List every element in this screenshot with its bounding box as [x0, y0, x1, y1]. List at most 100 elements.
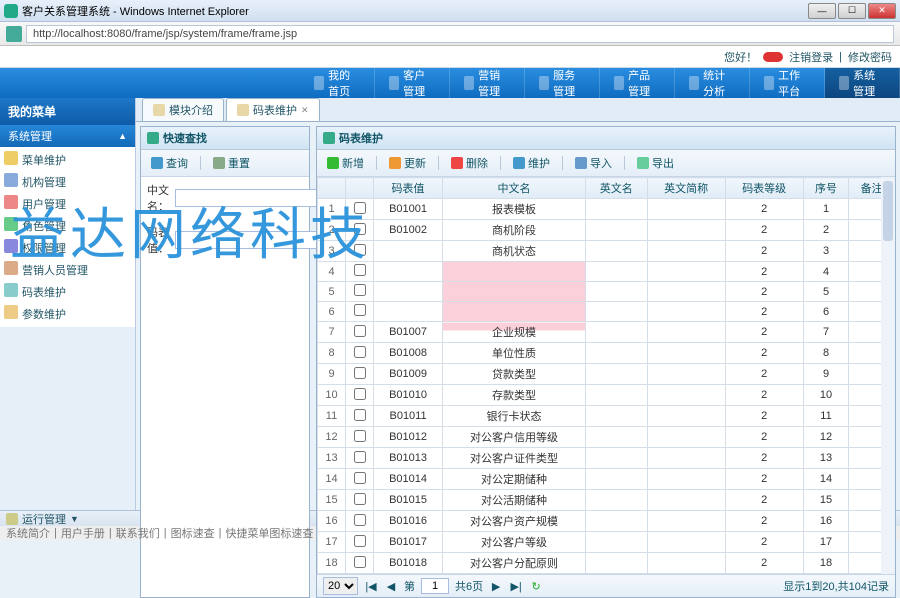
table-row[interactable]: 10B01010存款类型210: [318, 385, 895, 406]
cell-level: 2: [725, 448, 803, 469]
query-button[interactable]: 查询: [147, 153, 192, 173]
row-checkbox[interactable]: [354, 284, 366, 296]
column-header[interactable]: 码表值: [374, 178, 443, 199]
nav-item[interactable]: 产品管理: [600, 68, 675, 98]
table-row[interactable]: 16B01016对公客户资产规模216: [318, 511, 895, 532]
scrollbar-thumb[interactable]: [883, 181, 893, 241]
footer-link[interactable]: 快捷菜单图标速查: [225, 525, 313, 541]
footer-link[interactable]: 联系我们: [116, 525, 160, 541]
page-input[interactable]: [421, 578, 449, 594]
footer-link[interactable]: 用户手册: [61, 525, 105, 541]
table-row[interactable]: 7B01007企业规模27: [318, 322, 895, 343]
column-header[interactable]: [318, 178, 346, 199]
column-header[interactable]: 序号: [803, 178, 849, 199]
maintain-button[interactable]: 维护: [509, 153, 554, 173]
nav-item[interactable]: 客户管理: [375, 68, 450, 98]
column-header[interactable]: 中文名: [443, 178, 586, 199]
table-row[interactable]: 12B01012对公客户信用等级212: [318, 427, 895, 448]
sidebar-item[interactable]: 菜单维护: [0, 149, 135, 171]
content-tab[interactable]: 模块介绍: [142, 98, 224, 121]
import-button[interactable]: 导入: [571, 153, 616, 173]
sidebar-item[interactable]: 角色管理: [0, 215, 135, 237]
sidebar-item[interactable]: 用户管理: [0, 193, 135, 215]
table-row[interactable]: 1B01001报表模板21: [318, 199, 895, 220]
row-checkbox[interactable]: [354, 388, 366, 400]
column-header[interactable]: 英文名: [585, 178, 647, 199]
row-checkbox[interactable]: [354, 202, 366, 214]
cell-seq: 8: [803, 343, 849, 364]
row-checkbox[interactable]: [354, 244, 366, 256]
table-row[interactable]: 17B01017对公客户等级217: [318, 532, 895, 553]
table-row[interactable]: 2B01002商机阶段22: [318, 220, 895, 241]
sidebar-item[interactable]: 机构管理: [0, 171, 135, 193]
cell-cn: 银行卡状态: [443, 406, 586, 427]
change-password-link[interactable]: 修改密码: [848, 49, 892, 65]
table-row[interactable]: 9B01009贷款类型29: [318, 364, 895, 385]
export-button[interactable]: 导出: [633, 153, 678, 173]
sidebar-item[interactable]: 营销人员管理: [0, 259, 135, 281]
page-size-select[interactable]: 20: [323, 577, 358, 595]
cn-name-input[interactable]: [175, 189, 327, 207]
row-checkbox[interactable]: [354, 346, 366, 358]
add-button[interactable]: 新增: [323, 153, 368, 173]
content-tab[interactable]: 码表维护✕: [226, 98, 320, 121]
reset-button[interactable]: 重置: [209, 153, 254, 173]
nav-item[interactable]: 工作平台: [750, 68, 825, 98]
row-checkbox[interactable]: [354, 430, 366, 442]
minimize-button[interactable]: —: [808, 3, 836, 19]
table-row[interactable]: 525: [318, 282, 895, 302]
row-checkbox[interactable]: [354, 535, 366, 547]
sidebar-section[interactable]: 系统管理 ▲: [0, 125, 135, 147]
maximize-button[interactable]: ☐: [838, 3, 866, 19]
nav-item[interactable]: 我的首页: [300, 68, 375, 98]
nav-item[interactable]: 统计分析: [675, 68, 750, 98]
column-header[interactable]: 英文简称: [647, 178, 725, 199]
sidebar-item[interactable]: 权限管理: [0, 237, 135, 259]
table-row[interactable]: 18B01018对公客户分配原则218: [318, 553, 895, 574]
row-checkbox[interactable]: [354, 514, 366, 526]
url-field[interactable]: http://localhost:8080/frame/jsp/system/f…: [26, 25, 894, 43]
vertical-scrollbar[interactable]: [881, 177, 895, 574]
table-row[interactable]: 424: [318, 262, 895, 282]
prev-page-button[interactable]: ◀: [384, 579, 398, 593]
table-row[interactable]: 14B01014对公定期储种214: [318, 469, 895, 490]
refresh-button[interactable]: ↻: [529, 579, 543, 593]
row-checkbox[interactable]: [354, 223, 366, 235]
column-header[interactable]: [346, 178, 374, 199]
close-icon[interactable]: ✕: [301, 105, 309, 116]
cell-en: [585, 262, 647, 282]
grid-scroll[interactable]: 码表值中文名英文名英文简称码表等级序号备注 1B01001报表模板212B010…: [317, 177, 895, 574]
column-header[interactable]: 码表等级: [725, 178, 803, 199]
update-button[interactable]: 更新: [385, 153, 430, 173]
nav-item[interactable]: 营销管理: [450, 68, 525, 98]
sidebar-item[interactable]: 码表维护: [0, 281, 135, 303]
row-checkbox[interactable]: [354, 451, 366, 463]
footer-link[interactable]: 系统简介: [6, 525, 50, 541]
row-checkbox[interactable]: [354, 493, 366, 505]
last-page-button[interactable]: ▶|: [509, 579, 523, 593]
row-checkbox[interactable]: [354, 304, 366, 316]
go-icon[interactable]: [6, 26, 22, 42]
table-row[interactable]: 13B01013对公客户证件类型213: [318, 448, 895, 469]
footer-link[interactable]: 图标速查: [171, 525, 215, 541]
table-row[interactable]: 8B01008单位性质28: [318, 343, 895, 364]
first-page-button[interactable]: |◀: [364, 579, 378, 593]
nav-item[interactable]: 系统管理: [825, 68, 900, 98]
logout-link[interactable]: 注销登录: [789, 49, 833, 65]
table-row[interactable]: 3商机状态23: [318, 241, 895, 262]
table-row[interactable]: 15B01015对公活期储种215: [318, 490, 895, 511]
delete-button[interactable]: 删除: [447, 153, 492, 173]
row-checkbox[interactable]: [354, 472, 366, 484]
row-checkbox[interactable]: [354, 264, 366, 276]
table-row[interactable]: 11B01011银行卡状态211: [318, 406, 895, 427]
nav-item[interactable]: 服务管理: [525, 68, 600, 98]
sidebar-item[interactable]: 参数维护: [0, 303, 135, 325]
code-value-input[interactable]: [175, 231, 327, 249]
row-checkbox[interactable]: [354, 325, 366, 337]
row-checkbox[interactable]: [354, 367, 366, 379]
close-button[interactable]: ✕: [868, 3, 896, 19]
row-checkbox[interactable]: [354, 556, 366, 568]
table-row[interactable]: 626: [318, 302, 895, 322]
next-page-button[interactable]: ▶: [489, 579, 503, 593]
row-checkbox[interactable]: [354, 409, 366, 421]
